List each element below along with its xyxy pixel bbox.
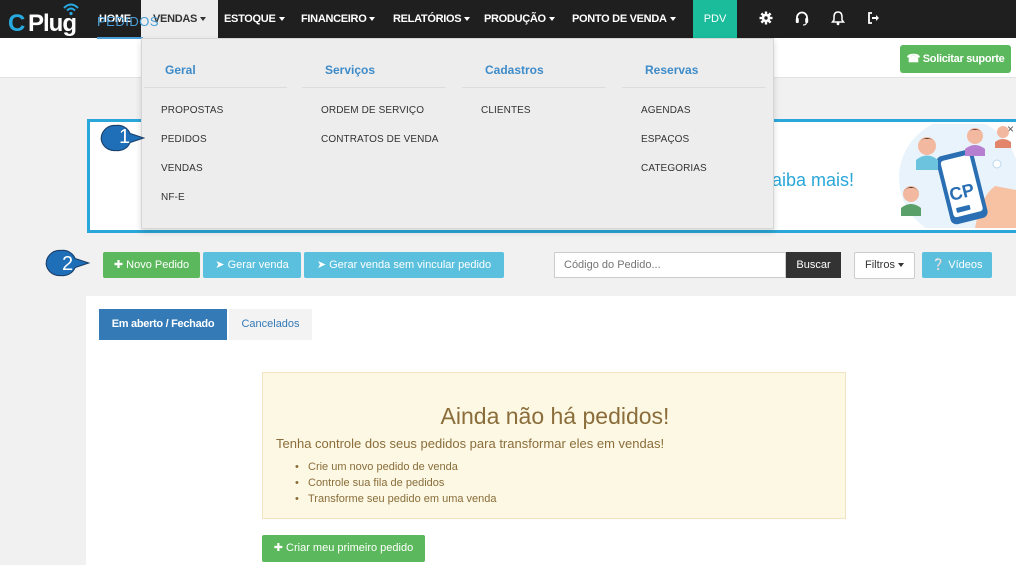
caret-down-icon [464,17,471,22]
nav-vendas-label: VENDAS [153,13,198,25]
caret-down-icon [548,17,555,22]
question-circle-icon: ❔ [931,259,946,271]
nav-financeiro-label: FINANCEIRO [301,13,367,25]
nav-ponto-de-venda[interactable]: PONTO DE VENDA [572,0,676,38]
list-item: Transforme seu pedido em uma venda [295,491,497,507]
dropdown-heading-cadastros: Cadastros [485,63,544,77]
step-marker-2-number: 2 [62,253,74,275]
divider [302,87,445,88]
empty-state-alert: Ainda não há pedidos! Tenha controle dos… [262,372,846,519]
menu-item-vendas[interactable]: VENDAS [161,163,203,174]
gear-icon[interactable] [758,10,774,26]
menu-item-categorias[interactable]: CATEGORIAS [641,163,707,174]
generate-sale-unlinked-label: Gerar venda sem vincular pedido [329,259,492,271]
create-first-order-label: Criar meu primeiro pedido [286,542,414,554]
menu-item-agendas[interactable]: AGENDAS [641,105,691,116]
divider [144,87,287,88]
nav-pdv[interactable]: PDV [693,0,737,38]
nav-estoque[interactable]: ESTOQUE [224,0,285,38]
list-item: Controle sua fila de pedidos [295,475,497,491]
dropdown-heading-geral: Geral [165,63,196,77]
menu-item-propostas[interactable]: PROPOSTAS [161,105,223,116]
dropdown-heading-servicos: Serviços [325,63,376,77]
logout-icon[interactable] [866,10,882,26]
cplug-logo[interactable]: C Plug [6,3,80,38]
caret-down-icon [669,17,676,22]
tab-active-indicator [97,37,143,39]
headset-icon: ☎ [906,53,921,65]
generate-sale-button[interactable]: ➤ Gerar venda [203,252,301,278]
wifi-icon [63,3,79,16]
tab-cancelled[interactable]: Cancelados [229,309,312,340]
plus-icon: ✚ [113,259,124,271]
logo-c: C [8,10,25,37]
menu-item-ordem-de-servico[interactable]: ORDEM DE SERVIÇO [321,105,424,116]
vendas-dropdown-menu: Geral PROPOSTAS PEDIDOS VENDAS NF-E Serv… [141,38,774,229]
menu-item-espacos[interactable]: ESPAÇOS [641,134,689,145]
banner-illustration: CP [899,124,1016,228]
order-code-search-input[interactable] [554,252,786,278]
plus-icon: ✚ [273,542,283,554]
new-order-label: Novo Pedido [126,259,190,271]
headset-icon[interactable] [794,10,810,26]
banner-text[interactable]: saiba mais! [763,170,854,191]
nav-financeiro[interactable]: FINANCEIRO [301,0,376,38]
empty-state-title: Ainda não há pedidos! [440,403,670,429]
nav-ponto-de-venda-label: PONTO DE VENDA [572,13,667,25]
support-request-label: Solicitar suporte [922,53,1005,65]
create-first-order-button[interactable]: ✚ Criar meu primeiro pedido [262,535,425,562]
videos-button[interactable]: ❔ Vídeos [922,252,992,278]
tab-open-closed[interactable]: Em aberto / Fechado [99,309,227,340]
divider [462,87,605,88]
divider [622,87,765,88]
filters-label: Filtros [865,259,895,271]
nav-relatorios-label: RELATÓRIOS [393,13,462,25]
menu-item-nfe[interactable]: NF-E [161,192,185,203]
nav-relatorios[interactable]: RELATÓRIOS [393,0,471,38]
nav-estoque-label: ESTOQUE [224,13,276,25]
paper-plane-icon: ➤ [215,259,225,271]
empty-state-list: Crie um novo pedido de venda Controle su… [295,459,497,507]
new-order-button[interactable]: ✚ Novo Pedido [103,252,200,278]
bell-icon[interactable] [830,10,846,26]
caret-down-icon [369,17,376,22]
support-request-button[interactable]: ☎ Solicitar suporte [900,45,1011,73]
tab-pedidos[interactable]: PEDIDOS [97,14,159,29]
nav-producao-label: PRODUÇÃO [484,13,546,25]
menu-item-clientes[interactable]: CLIENTES [481,105,531,116]
generate-sale-label: Gerar venda [227,259,289,271]
dropdown-heading-reservas: Reservas [645,63,699,77]
videos-label: Vídeos [948,259,983,271]
paper-plane-icon: ➤ [316,259,327,271]
step-marker-1-number: 1 [119,126,131,148]
search-button[interactable]: Buscar [786,252,841,278]
nav-producao[interactable]: PRODUÇÃO [484,0,555,38]
caret-down-icon [897,263,904,268]
caret-down-icon [278,17,285,22]
list-item: Crie um novo pedido de venda [295,459,497,475]
menu-item-pedidos[interactable]: PEDIDOS [161,134,207,145]
filters-dropdown-button[interactable]: Filtros [854,252,915,279]
menu-item-contratos-de-venda[interactable]: CONTRATOS DE VENDA [321,134,439,145]
generate-sale-unlinked-button[interactable]: ➤ Gerar venda sem vincular pedido [304,252,504,278]
caret-down-icon [200,17,207,22]
empty-state-subtitle: Tenha controle dos seus pedidos para tra… [276,436,665,451]
